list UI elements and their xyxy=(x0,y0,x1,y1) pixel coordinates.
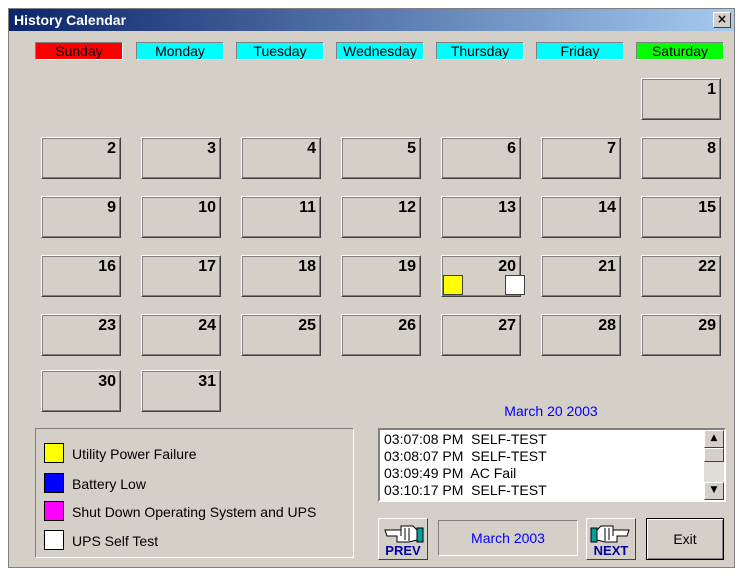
calendar-day-9[interactable]: 9 xyxy=(41,196,121,238)
legend-label: Battery Low xyxy=(72,476,146,492)
calendar-day-21[interactable]: 21 xyxy=(541,255,621,297)
calendar-day-5[interactable]: 5 xyxy=(341,137,421,179)
exit-button[interactable]: Exit xyxy=(646,518,724,560)
calendar-day-28[interactable]: 28 xyxy=(541,314,621,356)
calendar-day-27[interactable]: 27 xyxy=(441,314,521,356)
selected-date-label: March 20 2003 xyxy=(504,403,598,419)
day-number: 7 xyxy=(607,140,616,157)
calendar-day-30[interactable]: 30 xyxy=(41,370,121,412)
calendar-day-29[interactable]: 29 xyxy=(641,314,721,356)
day-number: 28 xyxy=(598,317,616,334)
calendar-day-13[interactable]: 13 xyxy=(441,196,521,238)
current-month-label: March 2003 xyxy=(438,520,578,556)
day-number: 23 xyxy=(98,317,116,334)
calendar-day-24[interactable]: 24 xyxy=(141,314,221,356)
log-entry[interactable]: 03:10:17 PM SELF-TEST xyxy=(384,482,547,498)
day-number: 8 xyxy=(707,140,716,157)
calendar-day-7[interactable]: 7 xyxy=(541,137,621,179)
day-number: 24 xyxy=(198,317,216,334)
day-number: 3 xyxy=(207,140,216,157)
day-number: 27 xyxy=(498,317,516,334)
calendar-day-15[interactable]: 15 xyxy=(641,196,721,238)
day-number: 1 xyxy=(707,81,716,98)
battery-low-swatch xyxy=(44,473,64,493)
calendar-day-14[interactable]: 14 xyxy=(541,196,621,238)
weekday-header-monday: Monday xyxy=(136,42,224,60)
legend-label: Shut Down Operating System and UPS xyxy=(72,504,317,520)
day-number: 10 xyxy=(198,199,216,216)
day-number: 16 xyxy=(98,258,116,275)
day-number: 14 xyxy=(598,199,616,216)
utility-power-failure-swatch xyxy=(44,443,64,463)
weekday-header-thursday: Thursday xyxy=(436,42,524,60)
calendar-day-20[interactable]: 20 xyxy=(441,255,525,297)
day-number: 21 xyxy=(598,258,616,275)
close-button[interactable]: × xyxy=(713,12,731,28)
day-number: 11 xyxy=(299,199,316,216)
window-title: History Calendar xyxy=(14,12,127,28)
weekday-header-saturday: Saturday xyxy=(636,42,724,60)
day-number: 13 xyxy=(498,199,516,216)
log-entry[interactable]: 03:08:07 PM SELF-TEST xyxy=(384,448,547,464)
day-number: 20 xyxy=(498,258,516,275)
scroll-thumb[interactable] xyxy=(704,448,724,462)
log-scrollbar[interactable]: ▲ ▼ xyxy=(704,430,724,500)
calendar-day-4[interactable]: 4 xyxy=(241,137,321,179)
event-marker[interactable] xyxy=(505,275,525,295)
calendar-day-1[interactable]: 1 xyxy=(641,78,721,120)
calendar-day-16[interactable]: 16 xyxy=(41,255,121,297)
scroll-down-icon[interactable]: ▼ xyxy=(704,482,724,500)
calendar-day-10[interactable]: 10 xyxy=(141,196,221,238)
day-number: 12 xyxy=(398,199,416,216)
day-number: 6 xyxy=(507,140,516,157)
calendar-day-22[interactable]: 22 xyxy=(641,255,721,297)
day-number: 25 xyxy=(298,317,316,334)
prev-label: PREV xyxy=(385,543,421,558)
calendar-day-8[interactable]: 8 xyxy=(641,137,721,179)
day-number: 15 xyxy=(698,199,716,216)
day-number: 9 xyxy=(107,199,116,216)
log-entry[interactable]: 03:07:08 PM SELF-TEST xyxy=(384,431,547,447)
day-number: 22 xyxy=(698,258,716,275)
calendar-day-26[interactable]: 26 xyxy=(341,314,421,356)
calendar-day-17[interactable]: 17 xyxy=(141,255,221,297)
legend-label: Utility Power Failure xyxy=(72,446,197,462)
calendar-day-31[interactable]: 31 xyxy=(141,370,221,412)
prev-month-button[interactable]: PREV xyxy=(378,518,428,560)
calendar-day-19[interactable]: 19 xyxy=(341,255,421,297)
log-entry[interactable]: 03:09:49 PM AC Fail xyxy=(384,465,516,481)
calendar-day-2[interactable]: 2 xyxy=(41,137,121,179)
next-month-button[interactable]: NEXT xyxy=(586,518,636,560)
weekday-header-friday: Friday xyxy=(536,42,624,60)
day-number: 31 xyxy=(198,373,216,390)
day-number: 29 xyxy=(698,317,716,334)
calendar-day-11[interactable]: 11 xyxy=(241,196,321,238)
calendar-day-25[interactable]: 25 xyxy=(241,314,321,356)
ups-self-test-swatch xyxy=(44,530,64,550)
day-number: 4 xyxy=(307,140,316,157)
legend-label: UPS Self Test xyxy=(72,533,159,549)
calendar-day-23[interactable]: 23 xyxy=(41,314,121,356)
event-marker[interactable] xyxy=(443,275,463,295)
event-log-list[interactable]: 03:07:08 PM SELF-TEST 03:08:07 PM SELF-T… xyxy=(378,428,726,502)
weekday-header-tuesday: Tuesday xyxy=(236,42,324,60)
day-number: 30 xyxy=(98,373,116,390)
weekday-header-sunday: Sunday xyxy=(35,42,123,60)
calendar-day-12[interactable]: 12 xyxy=(341,196,421,238)
shutdown-swatch xyxy=(44,501,64,521)
weekday-header-wednesday: Wednesday xyxy=(336,42,424,60)
scroll-up-icon[interactable]: ▲ xyxy=(704,430,724,448)
day-number: 5 xyxy=(407,140,416,157)
legend-panel: Utility Power Failure Battery Low Shut D… xyxy=(35,428,354,558)
calendar-day-6[interactable]: 6 xyxy=(441,137,521,179)
next-label: NEXT xyxy=(593,543,629,558)
day-number: 17 xyxy=(198,258,216,275)
day-number: 18 xyxy=(298,258,316,275)
day-number: 26 xyxy=(398,317,416,334)
day-number: 2 xyxy=(107,140,116,157)
calendar-day-3[interactable]: 3 xyxy=(141,137,221,179)
day-number: 19 xyxy=(398,258,416,275)
title-bar: History Calendar × xyxy=(9,9,734,31)
calendar-day-18[interactable]: 18 xyxy=(241,255,321,297)
